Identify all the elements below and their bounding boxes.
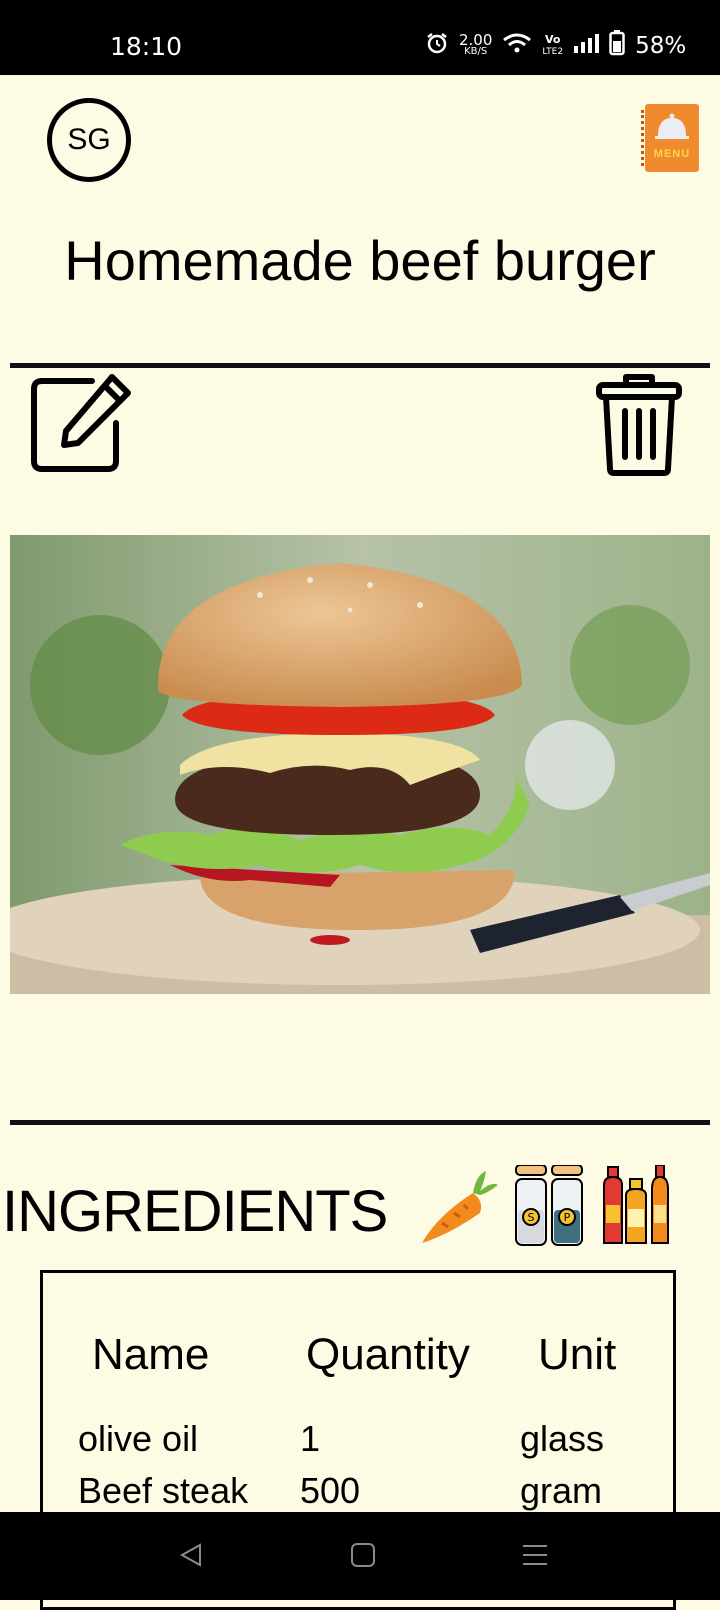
avatar-initials: SG [67, 123, 111, 156]
ingredients-heading: INGREDIENTS [2, 1179, 388, 1244]
avatar[interactable]: SG [47, 98, 131, 182]
svg-text:S: S [528, 1211, 535, 1224]
ingredient-name: olive oil [78, 1418, 199, 1459]
clock: 18:10 [110, 32, 183, 61]
back-icon[interactable] [178, 1542, 204, 1568]
home-icon[interactable] [350, 1542, 376, 1568]
ingredients-heading-icons: S P [418, 1165, 676, 1247]
wifi-icon [502, 32, 532, 59]
battery-icon [609, 30, 625, 61]
ingredient-unit: gram [520, 1470, 603, 1511]
ingredient-unit: glass [520, 1418, 605, 1459]
divider [10, 1120, 710, 1125]
cloche-icon [655, 113, 689, 139]
sauce-bottles-icon [603, 1165, 669, 1244]
carrot-icon [422, 1171, 498, 1243]
ingredient-quantity: 500 [300, 1470, 361, 1511]
edit-icon[interactable] [30, 373, 134, 477]
network-speed: 2.00 KB/S [459, 30, 493, 58]
delete-trash-icon[interactable] [596, 373, 682, 477]
divider [10, 363, 710, 368]
page-title: Homemade beef burger [64, 229, 656, 292]
column-header-quantity: Quantity [306, 1330, 470, 1379]
battery-percent: 58% [635, 32, 687, 59]
svg-text:P: P [564, 1211, 571, 1224]
ingredient-name: Beef steak [78, 1470, 249, 1511]
volte-bottom-label: LTE2 [542, 46, 564, 57]
volte-top-label: Vo [545, 32, 561, 46]
recents-menu-icon[interactable] [522, 1542, 548, 1568]
status-bar: 18:10 2.00 KB/S Vo LTE2 58% [0, 0, 720, 75]
salt-pepper-icon: S P [515, 1165, 583, 1246]
alarm-icon [425, 31, 449, 60]
ingredient-quantity: 1 [300, 1418, 321, 1459]
column-header-unit: Unit [538, 1330, 617, 1379]
network-speed-value: 2.00 [459, 30, 493, 49]
menu-label: MENU [653, 148, 691, 160]
recipe-image [10, 535, 710, 994]
status-icons: 2.00 KB/S Vo LTE2 58% [425, 30, 686, 61]
menu-button[interactable]: MENU [641, 104, 699, 172]
system-navigation-bar [0, 1512, 720, 1600]
signal-icon [573, 32, 600, 59]
volte-icon: Vo LTE2 [542, 32, 564, 58]
column-header-name: Name [92, 1330, 210, 1379]
